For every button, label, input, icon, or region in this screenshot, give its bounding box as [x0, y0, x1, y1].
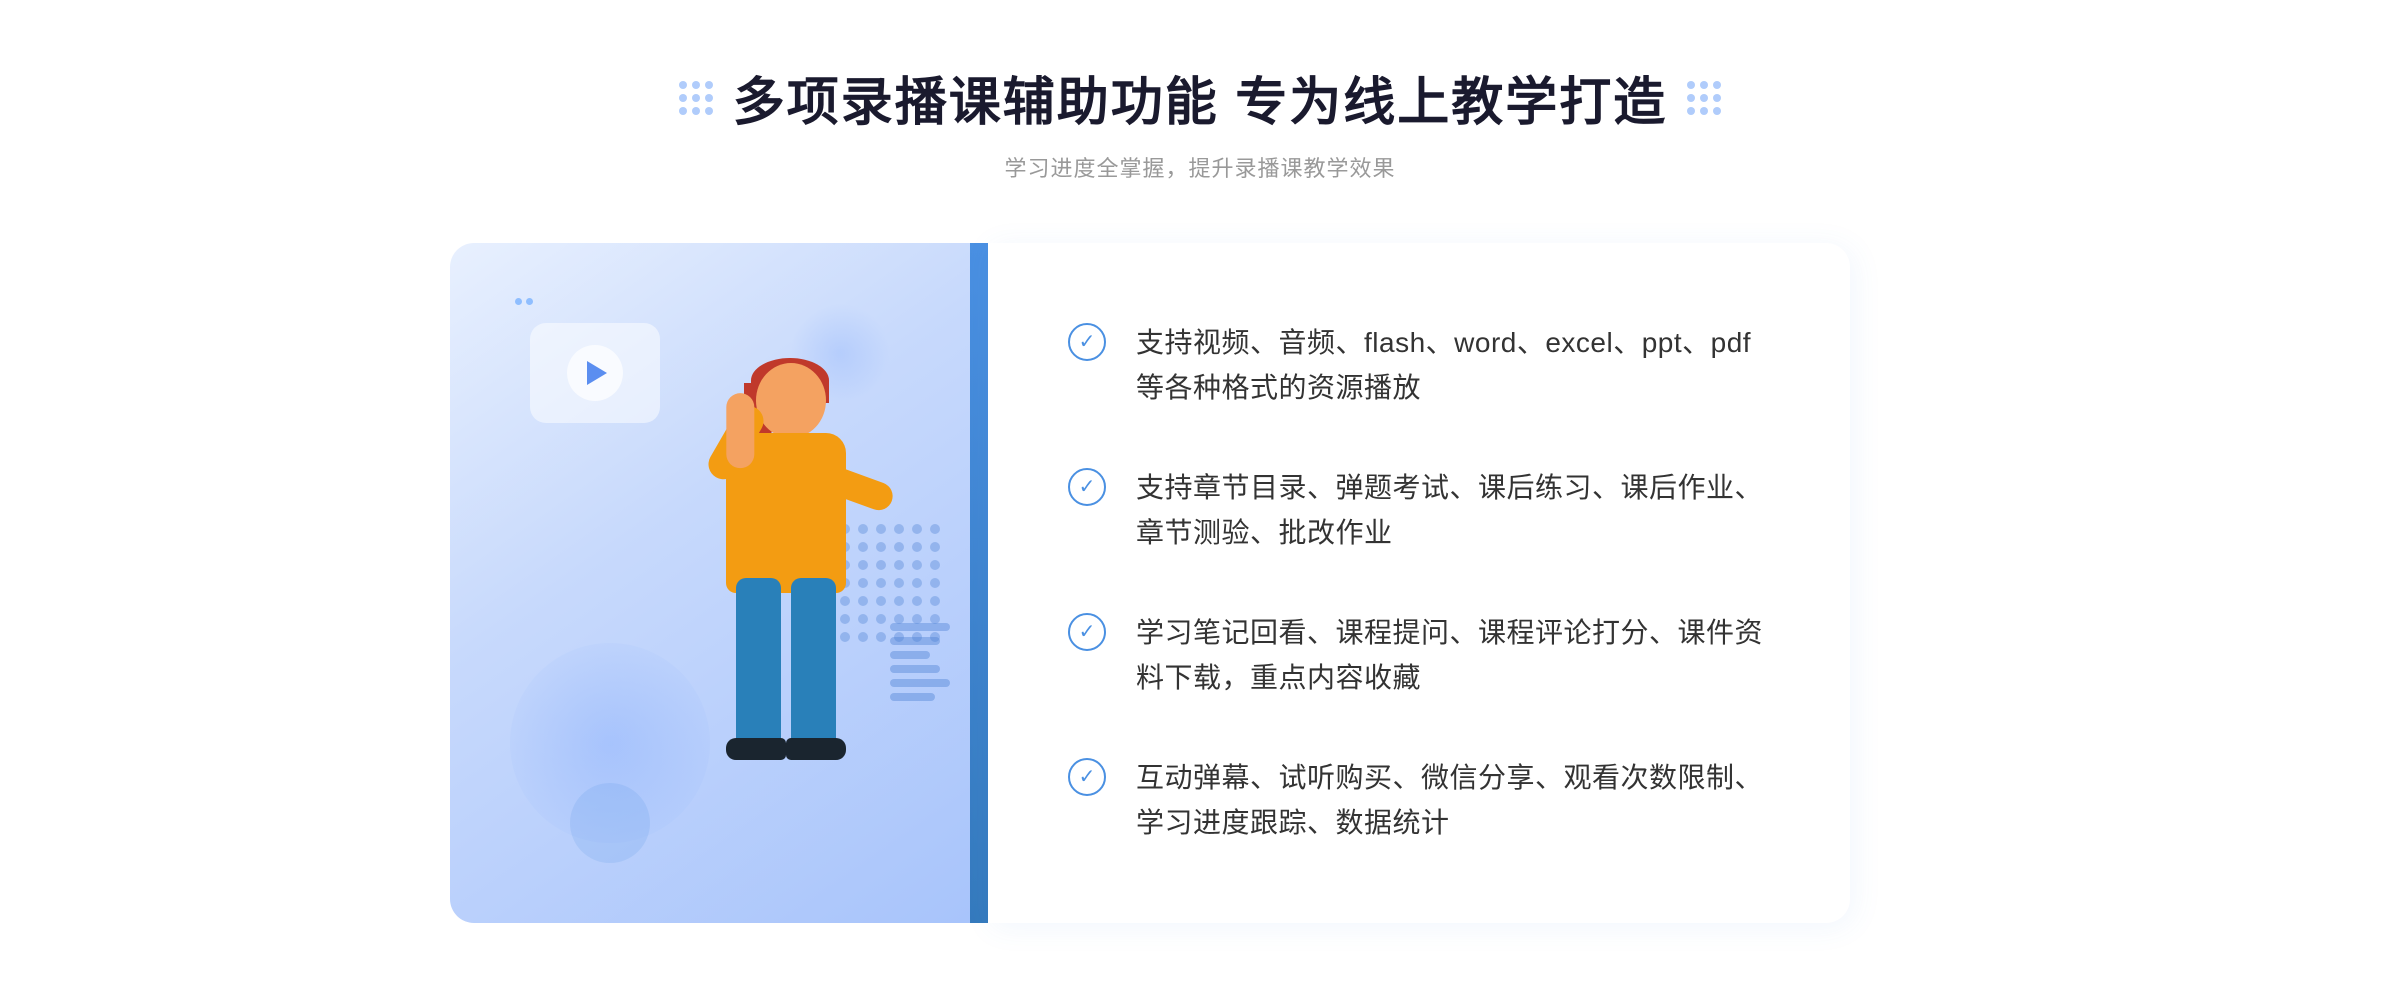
checkmark-3: ✓: [1079, 622, 1096, 642]
feature-item-2: ✓ 支持章节目录、弹题考试、课后练习、课后作业、章节测验、批改作业: [1068, 446, 1770, 576]
page-title: 多项录播课辅助功能 专为线上教学打造: [733, 60, 1667, 135]
features-panel: ✓ 支持视频、音频、flash、word、excel、ppt、pdf等各种格式的…: [988, 243, 1850, 923]
illustration-panel: [450, 243, 970, 923]
feature-item-4: ✓ 互动弹幕、试听购买、微信分享、观看次数限制、学习进度跟踪、数据统计: [1068, 736, 1770, 866]
right-dots-decoration: [1687, 81, 1721, 115]
checkmark-1: ✓: [1079, 332, 1096, 352]
play-triangle-icon: [587, 361, 607, 385]
person-arm-left-lower: [726, 393, 754, 468]
checkmark-2: ✓: [1079, 477, 1096, 497]
feature-item-1: ✓ 支持视频、音频、flash、word、excel、ppt、pdf等各种格式的…: [1068, 301, 1770, 431]
checkmark-4: ✓: [1079, 767, 1096, 787]
person-head: [756, 363, 826, 438]
play-button-icon: [567, 345, 623, 401]
person-leg-right: [791, 578, 836, 758]
person-leg-left: [736, 578, 781, 758]
accent-bar: [970, 243, 988, 923]
feature-text-3: 学习笔记回看、课程提问、课程评论打分、课件资料下载，重点内容收藏: [1136, 611, 1770, 701]
check-icon-3: ✓: [1068, 613, 1106, 651]
feature-text-2: 支持章节目录、弹题考试、课后练习、课后作业、章节测验、批改作业: [1136, 466, 1770, 556]
check-icon-1: ✓: [1068, 323, 1106, 361]
feature-text-1: 支持视频、音频、flash、word、excel、ppt、pdf等各种格式的资源…: [1136, 321, 1770, 411]
page-subtitle: 学习进度全掌握，提升录播课教学效果: [679, 151, 1721, 183]
content-area: ✓ 支持视频、音频、flash、word、excel、ppt、pdf等各种格式的…: [450, 243, 1850, 923]
feature-item-3: ✓ 学习笔记回看、课程提问、课程评论打分、课件资料下载，重点内容收藏: [1068, 591, 1770, 721]
left-dots-decoration: [679, 81, 713, 115]
header-section: 多项录播课辅助功能 专为线上教学打造 学习进度全掌握，提升录播课教学效果: [679, 60, 1721, 183]
person-shoe-left: [726, 738, 786, 760]
feature-text-4: 互动弹幕、试听购买、微信分享、观看次数限制、学习进度跟踪、数据统计: [1136, 756, 1770, 846]
person-illustration: [626, 363, 906, 923]
sparkle-decoration: [515, 298, 533, 305]
check-icon-2: ✓: [1068, 468, 1106, 506]
check-icon-4: ✓: [1068, 758, 1106, 796]
person-shoe-right: [786, 738, 846, 760]
